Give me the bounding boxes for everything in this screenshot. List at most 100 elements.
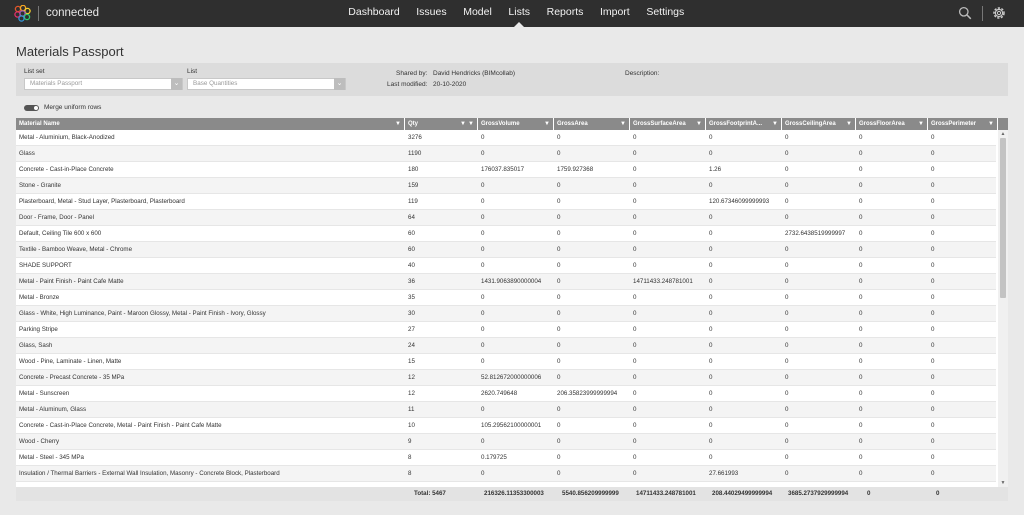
table-row[interactable]: Default, Ceiling Tile 600 x 600 60 0 0 0 0 273…: [16, 226, 996, 242]
total-gross-area: 5540.856209999999: [562, 490, 619, 497]
cell-gross-floor-area: 0: [859, 246, 863, 253]
filter-icon[interactable]: ▼: [988, 118, 994, 130]
nav-dashboard[interactable]: Dashboard: [340, 0, 408, 27]
cell-gross-ceiling-area: 0: [785, 262, 789, 269]
cell-gross-floor-area: 0: [859, 358, 863, 365]
table-row[interactable]: Wood - Pine, Laminate - Linen, Matte 15 0 0…: [16, 354, 996, 370]
cell-gross-perimeter: 0: [931, 358, 935, 365]
filter-icon[interactable]: ▼: [395, 118, 401, 130]
cell-qty: 159: [408, 182, 419, 189]
cell-gross-perimeter: 0: [931, 390, 935, 397]
total-gross-footprint-area: 208.44029499999994: [712, 490, 773, 497]
cell-material-name: Wood - Pine, Laminate - Linen, Matte: [19, 358, 122, 365]
table-row[interactable]: Metal - Aluminium, Black-Anodized 3276 0 0 0…: [16, 130, 996, 146]
column-header-material-name[interactable]: Material Name ▼: [16, 118, 405, 130]
nav-issues[interactable]: Issues: [408, 0, 455, 27]
nav-import[interactable]: Import: [592, 0, 638, 27]
cell-gross-footprint-area: 0: [709, 438, 713, 445]
column-header-gross-area[interactable]: GrossArea ▼: [554, 118, 630, 130]
cell-qty: 12: [408, 390, 415, 397]
cell-gross-floor-area: 0: [859, 294, 863, 301]
table-row[interactable]: Concrete - Precast Concrete - 35 MPa 12 52…: [16, 370, 996, 386]
table-row[interactable]: Metal - Steel - 345 MPa 8 0.179725 0 0 0 0 0 0: [16, 450, 996, 466]
scrollbar-thumb[interactable]: [1000, 138, 1006, 298]
column-header-gross-perimeter[interactable]: GrossPerimeter ▼: [928, 118, 998, 130]
table-row[interactable]: Glass, Sash 24 0 0 0 0 0 0 0: [16, 338, 996, 354]
filter-icon[interactable]: ▼: [468, 118, 474, 130]
page-title: Materials Passport: [16, 44, 124, 59]
filter-icon[interactable]: ▼: [620, 118, 626, 130]
table-scrollbar[interactable]: ▲ ▼: [998, 130, 1008, 487]
table-row[interactable]: Metal - Paint Finish - Paint Cafe Matte 3…: [16, 274, 996, 290]
cell-gross-perimeter: 0: [931, 150, 935, 157]
table-row[interactable]: Concrete - Cast-in-Place Concrete, Metal…: [16, 418, 996, 434]
cell-gross-footprint-area: 0: [709, 182, 713, 189]
top-bar: connected Dashboard Issues Model Lists R…: [0, 0, 1024, 27]
search-icon[interactable]: [958, 6, 972, 20]
cell-gross-ceiling-area: 0: [785, 134, 789, 141]
cell-gross-ceiling-area: 0: [785, 150, 789, 157]
column-header-gross-ceiling-area[interactable]: GrossCeilingArea ▼: [782, 118, 856, 130]
column-header-gross-footprint-area[interactable]: GrossFootprintA... ▼: [706, 118, 782, 130]
cell-gross-footprint-area: 0: [709, 278, 713, 285]
cell-gross-perimeter: 0: [931, 470, 935, 477]
table-row[interactable]: Textile - Bamboo Weave, Metal - Chrome 60…: [16, 242, 996, 258]
cell-gross-perimeter: 0: [931, 406, 935, 413]
column-header-qty[interactable]: Qty ▼ ▼: [405, 118, 478, 130]
cell-gross-surface-area: 0: [633, 406, 637, 413]
shared-by-label: Shared by:: [396, 70, 428, 77]
materials-table: Material Name ▼ Qty ▼ ▼ GrossVolume ▼ GrossA…: [16, 118, 1008, 501]
chevron-down-icon[interactable]: ⌄: [334, 78, 345, 90]
table-row[interactable]: Concrete - Cast-in-Place Concrete 180 1760…: [16, 162, 996, 178]
sort-desc-icon[interactable]: ▼: [460, 118, 466, 130]
table-row[interactable]: Glass - White, High Luminance, Paint - M…: [16, 306, 996, 322]
cell-gross-ceiling-area: 0: [785, 326, 789, 333]
list-select[interactable]: Base Quantities ⌄: [187, 78, 346, 90]
nav-lists[interactable]: Lists: [500, 0, 538, 27]
merge-uniform-rows-toggle[interactable]: [24, 105, 39, 111]
cell-qty: 30: [408, 310, 415, 317]
filter-icon[interactable]: ▼: [918, 118, 924, 130]
chevron-down-icon[interactable]: ⌄: [171, 78, 182, 90]
gear-icon[interactable]: [991, 5, 1007, 21]
column-header-gross-surface-area[interactable]: GrossSurfaceArea ▼: [630, 118, 706, 130]
table-row[interactable]: SHADE SUPPORT 40 0 0 0 0 0 0 0: [16, 258, 996, 274]
cell-gross-area: 206.35823999999994: [557, 390, 618, 397]
cell-qty: 8: [408, 454, 412, 461]
table-row[interactable]: Stone - Granite 159 0 0 0 0 0 0 0: [16, 178, 996, 194]
table-row[interactable]: Plasterboard, Metal - Stud Layer, Plaste…: [16, 194, 996, 210]
table-row[interactable]: Metal - Aluminum, Glass 11 0 0 0 0 0 0 0: [16, 402, 996, 418]
bimcollab-logo-icon[interactable]: [14, 5, 31, 22]
filter-icon[interactable]: ▼: [772, 118, 778, 130]
filter-icon[interactable]: ▼: [696, 118, 702, 130]
list-set-select[interactable]: Materials Passport ⌄: [24, 78, 183, 90]
scroll-up-arrow-icon[interactable]: ▲: [998, 130, 1008, 138]
filter-icon[interactable]: ▼: [846, 118, 852, 130]
cell-gross-ceiling-area: 2732.6438519999997: [785, 230, 846, 237]
cell-gross-area: 0: [557, 406, 561, 413]
nav-reports[interactable]: Reports: [538, 0, 591, 27]
cell-gross-surface-area: 0: [633, 262, 637, 269]
cell-gross-footprint-area: 0: [709, 294, 713, 301]
column-header-gross-floor-area[interactable]: GrossFloorArea ▼: [856, 118, 928, 130]
cell-material-name: Metal - Bronze: [19, 294, 60, 301]
cell-gross-area: 0: [557, 246, 561, 253]
column-header-gross-volume[interactable]: GrossVolume ▼: [478, 118, 554, 130]
cell-material-name: Concrete - Precast Concrete - 35 MPa: [19, 374, 125, 381]
cell-gross-area: 0: [557, 198, 561, 205]
cell-gross-perimeter: 0: [931, 214, 935, 221]
table-row[interactable]: Metal - Bronze 35 0 0 0 0 0 0 0: [16, 290, 996, 306]
cell-gross-surface-area: 0: [633, 454, 637, 461]
table-row[interactable]: Glass 1190 0 0 0 0 0 0 0: [16, 146, 996, 162]
table-row[interactable]: Insulation / Thermal Barriers - External…: [16, 466, 996, 482]
nav-settings[interactable]: Settings: [638, 0, 693, 27]
cell-gross-volume: 0: [481, 246, 485, 253]
table-row[interactable]: Door - Frame, Door - Panel 64 0 0 0 0 0 0 0: [16, 210, 996, 226]
table-row[interactable]: Wood - Cherry 9 0 0 0 0 0 0 0: [16, 434, 996, 450]
filter-icon[interactable]: ▼: [544, 118, 550, 130]
table-row[interactable]: Metal - Sunscreen 12 2620.749648 206.358239…: [16, 386, 996, 402]
table-row[interactable]: Parking Stripe 27 0 0 0 0 0 0 0: [16, 322, 996, 338]
table-header: Material Name ▼ Qty ▼ ▼ GrossVolume ▼ GrossA…: [16, 118, 1008, 130]
scroll-down-arrow-icon[interactable]: ▼: [998, 479, 1008, 487]
nav-model[interactable]: Model: [455, 0, 500, 27]
